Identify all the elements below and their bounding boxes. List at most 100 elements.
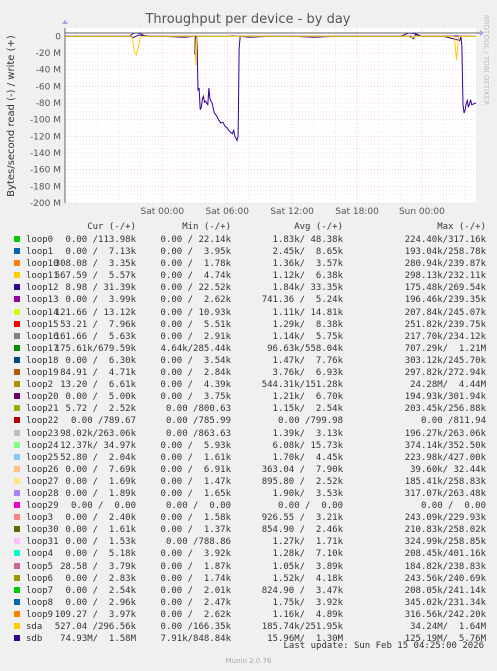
- legend-swatch: [14, 260, 20, 267]
- legend-name: loop28: [26, 488, 59, 499]
- legend-row-loop17: loop17 175.61k/679.59k 4.64k/285.44k 96.63k…: [14, 343, 490, 355]
- legend-name: sda: [26, 622, 43, 632]
- legend-min: 0.00 /800.63: [165, 404, 231, 415]
- legend-min: 0.00 / 4.39k: [160, 380, 231, 391]
- y-tick-label: -200 M: [30, 199, 61, 209]
- legend-max: 374.14k/352.50k: [404, 440, 486, 451]
- legend-max: 243.56k/240.69k: [404, 573, 486, 584]
- legend-min: 0.00 / 1.47k: [160, 476, 231, 487]
- x-tick-label: Sat 12:00: [270, 207, 314, 217]
- legend-max: 208.45k/401.16k: [404, 549, 486, 560]
- legend-name: loop3: [26, 513, 54, 524]
- legend-avg: 1.27k/ 1.71k: [272, 537, 343, 548]
- legend-avg: 1.15k/ 2.54k: [272, 404, 343, 415]
- x-ticks: Sat 00:00 Sat 06:00 Sat 12:00 Sat 18:00 Sun …: [141, 207, 446, 217]
- legend-row-loop25: loop25 52.80 / 2.04k 0.00 / 1.61k 1.70k/ 4.…: [14, 452, 490, 464]
- legend-max: 224.40k/317.16k: [404, 235, 486, 245]
- legend-swatch: [14, 502, 20, 509]
- legend-avg: 1.70k/ 4.45k: [272, 452, 343, 463]
- y-tick-label: 0: [55, 32, 61, 42]
- legend-cur: 0.00 / 1.61k: [65, 525, 136, 536]
- legend-row-loop28: loop28 0.00 / 1.89k 0.00 / 1.65k 1.90k/ 3.5…: [14, 488, 490, 500]
- legend-swatch: [14, 356, 20, 363]
- y-tick-label: -60 M: [36, 82, 61, 92]
- legend-cur: 0.00 / 1.89k: [65, 488, 136, 499]
- legend-swatch: [14, 514, 20, 521]
- legend-min: 0.00 / 3.75k: [160, 392, 231, 403]
- legend-cur: 161.66 / 5.63k: [54, 331, 136, 342]
- legend-min: 0.00 / 2.62k: [160, 609, 231, 620]
- legend-cur: 0.00 / 2.54k: [65, 585, 136, 596]
- legend-cur: 28.58 / 3.79k: [60, 561, 136, 572]
- legend-name: loop27: [26, 476, 59, 487]
- legend-cur: 0.00 / 5.00k: [65, 392, 136, 403]
- legend-max: 707.29k/ 1.21M: [404, 343, 486, 354]
- legend-swatch: [14, 381, 20, 388]
- legend-max: 345.02k/231.34k: [404, 597, 486, 608]
- legend-avg: 895.80 / 2.52k: [261, 476, 343, 487]
- header-cur: Cur (-/+): [87, 222, 136, 232]
- legend-cur: 0.00 /113.98k: [65, 235, 136, 245]
- legend-name: loop20: [26, 392, 59, 403]
- legend-cur: 0.00 /789.67: [70, 416, 136, 427]
- legend-max: 175.48k/269.54k: [404, 283, 486, 294]
- legend-min: 0.00 /785.99: [165, 416, 231, 427]
- legend-name: loop21: [26, 404, 59, 415]
- legend-cur: 12.37k/ 34.97k: [60, 440, 136, 451]
- legend-max: 34.24M/ 1.64M: [410, 622, 486, 632]
- legend-swatch: [14, 586, 20, 593]
- legend-avg: 0.00 /799.98: [277, 416, 343, 427]
- legend-row-loop9: loop9 109.27 / 3.97k 0.00 / 2.62k 1.16k/ 4.…: [14, 609, 490, 621]
- legend-avg: 185.74k/251.95k: [261, 622, 343, 632]
- legend-row-loop22: loop22 0.00 /789.67 0.00 /785.99 0.00 /799.…: [14, 415, 490, 427]
- legend-avg: 1.16k/ 4.89k: [272, 609, 343, 620]
- y-tick-label: -20 M: [36, 49, 61, 59]
- legend-row-loop19: loop19 84.91 / 4.71k 0.00 / 2.84k 3.76k/ 6.…: [14, 367, 490, 379]
- legend-cur: 308.08 / 3.35k: [54, 259, 136, 270]
- legend-row-loop29: loop29 0.00 / 0.00 0.00 / 0.00 0.00 / 0.00 0…: [14, 500, 490, 512]
- legend-name: loop14: [26, 307, 59, 318]
- legend-swatch: [14, 441, 20, 448]
- legend-min: 0.00 / 3.54k: [160, 355, 231, 366]
- legend-cur: 0.00 / 2.83k: [65, 573, 136, 584]
- legend-cur: 0.00 / 7.69k: [65, 464, 136, 475]
- legend-row-loop27: loop27 0.00 / 1.69k 0.00 / 1.47k 895.80 / 2…: [14, 476, 490, 488]
- legend-name: loop26: [26, 464, 59, 475]
- y-ticks: 0 -20 M -40 M -60 M -80 M -100 M -120 M -140 M -…: [30, 32, 61, 209]
- legend-name: loop18: [26, 355, 59, 366]
- legend-min: 0.00 / 5.51k: [160, 319, 231, 330]
- legend-swatch: [14, 635, 20, 642]
- legend-min: 0.00 /166.35k: [160, 622, 231, 632]
- legend-row-loop0: loop0 0.00 /113.98k 0.00 / 22.14k 1.83k/ 48…: [14, 234, 490, 246]
- munin-version: Munin 2.0.76: [225, 657, 272, 665]
- legend-avg: 1.83k/ 48.38k: [272, 235, 343, 245]
- legend-name: loop0: [26, 235, 54, 245]
- legend-row-loop24: loop24 12.37k/ 34.97k 0.00 / 5.93k 6.08k/ 1…: [14, 440, 490, 452]
- legend-max: 316.56k/242.20k: [404, 609, 486, 620]
- legend-swatch: [14, 429, 20, 436]
- legend-avg: 3.76k/ 6.93k: [272, 368, 343, 379]
- legend-name: loop13: [26, 295, 59, 306]
- chart-title: Throughput per device - by day: [144, 12, 350, 27]
- legend-min: 7.91k/848.84k: [160, 634, 231, 645]
- legend-row-loop11: loop11 567.59 / 5.57k 0.00 / 4.74k 1.12k/ 6…: [14, 270, 490, 282]
- legend-swatch: [14, 453, 20, 460]
- legend-avg: 741.36 / 5.24k: [261, 295, 343, 306]
- legend-avg: 1.84k/ 33.35k: [272, 283, 343, 294]
- y-tick-label: -40 M: [36, 66, 61, 76]
- legend-swatch: [14, 405, 20, 412]
- y-tick-label: -120 M: [30, 132, 61, 142]
- legend-cur: 5.72 / 2.52k: [65, 404, 136, 415]
- legend-row-loop31: loop31 0.00 / 1.53k 0.00 /788.86 1.27k/ 1.7…: [14, 536, 490, 548]
- legend-swatch: [14, 477, 20, 484]
- x-tick-label: Sat 18:00: [335, 207, 379, 217]
- legend-row-loop10: loop10 308.08 / 3.35k 0.00 / 1.78k 1.36k/ 3…: [14, 258, 490, 270]
- legend-row-loop3: loop3 0.00 / 2.40k 0.00 / 1.58k 926.55 / 3.…: [14, 512, 490, 524]
- y-tick-label: -80 M: [36, 99, 61, 109]
- legend-name: sdb: [26, 634, 43, 645]
- x-tick-label: Sat 06:00: [205, 207, 249, 217]
- legend-avg: 1.75k/ 3.92k: [272, 597, 343, 608]
- legend-cur: 0.00 / 1.53k: [65, 537, 136, 548]
- legend-max: 24.28M/ 4.44M: [410, 380, 486, 391]
- legend-max: 317.07k/263.48k: [404, 488, 486, 499]
